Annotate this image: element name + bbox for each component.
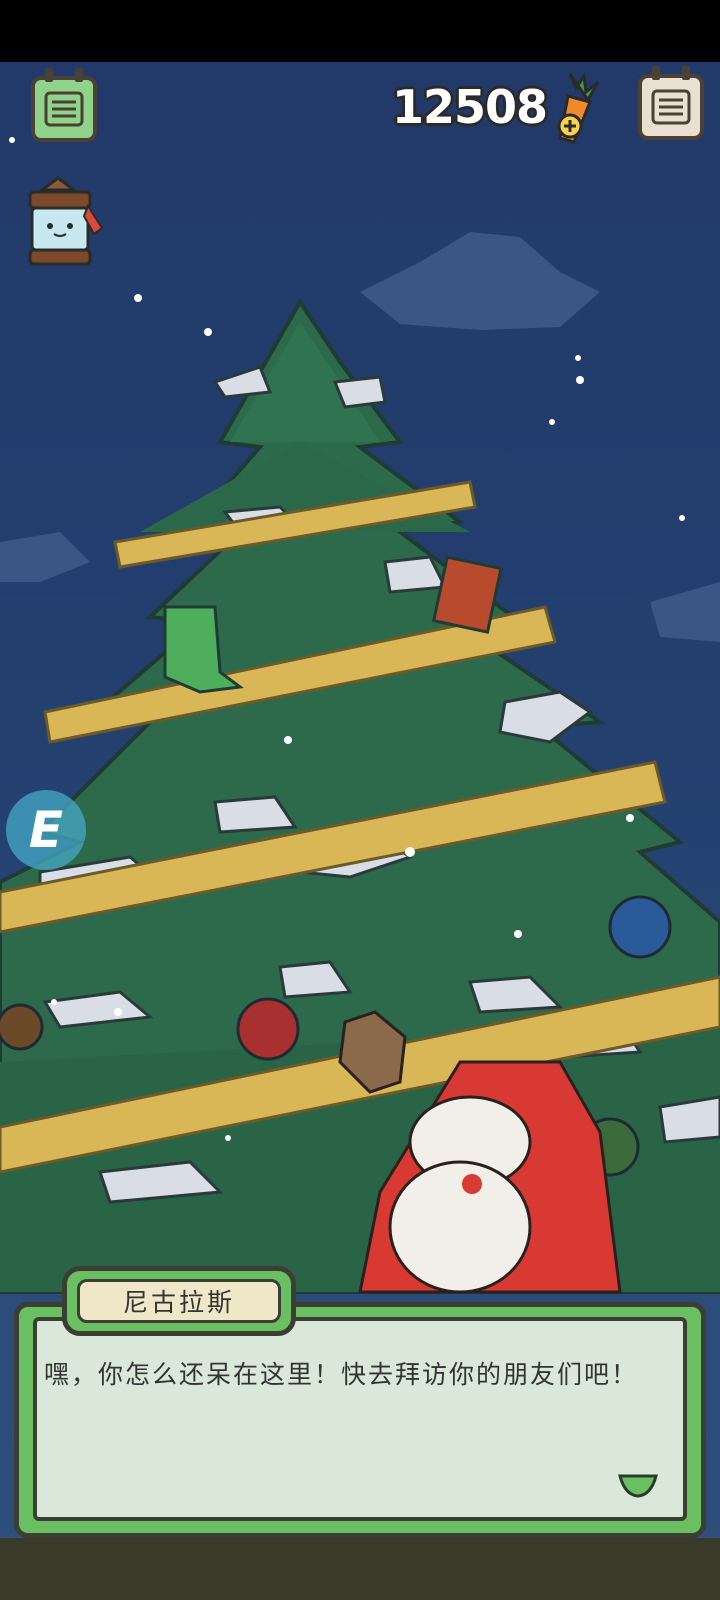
menu-button-left[interactable] bbox=[31, 68, 97, 142]
speaker-name: 尼古拉斯 bbox=[77, 1279, 281, 1323]
e-icon: E bbox=[28, 801, 64, 859]
carrot-plus-icon bbox=[557, 71, 600, 144]
menu-button-right[interactable] bbox=[638, 66, 704, 140]
ground-strip bbox=[0, 1538, 720, 1600]
dialog-advance-button[interactable] bbox=[617, 1473, 659, 1503]
lantern-shop-button[interactable] bbox=[22, 176, 106, 276]
menu-icon bbox=[44, 91, 84, 127]
dialog-box[interactable] bbox=[14, 1302, 706, 1538]
dialog-text: 嘿，你怎么还呆在这里！快去拜访你的朋友们吧！ bbox=[44, 1360, 639, 1389]
menu-icon bbox=[651, 89, 691, 125]
speaker-nameplate: 尼古拉斯 bbox=[62, 1266, 296, 1336]
carrot-count: 12508 bbox=[392, 80, 548, 134]
carrot-plus-button[interactable] bbox=[540, 68, 604, 152]
chevron-down-icon bbox=[618, 1474, 658, 1498]
floating-e-button[interactable]: E bbox=[6, 790, 86, 870]
lantern-icon bbox=[28, 176, 104, 266]
status-bar bbox=[0, 0, 720, 62]
dialog-panel bbox=[33, 1317, 687, 1521]
